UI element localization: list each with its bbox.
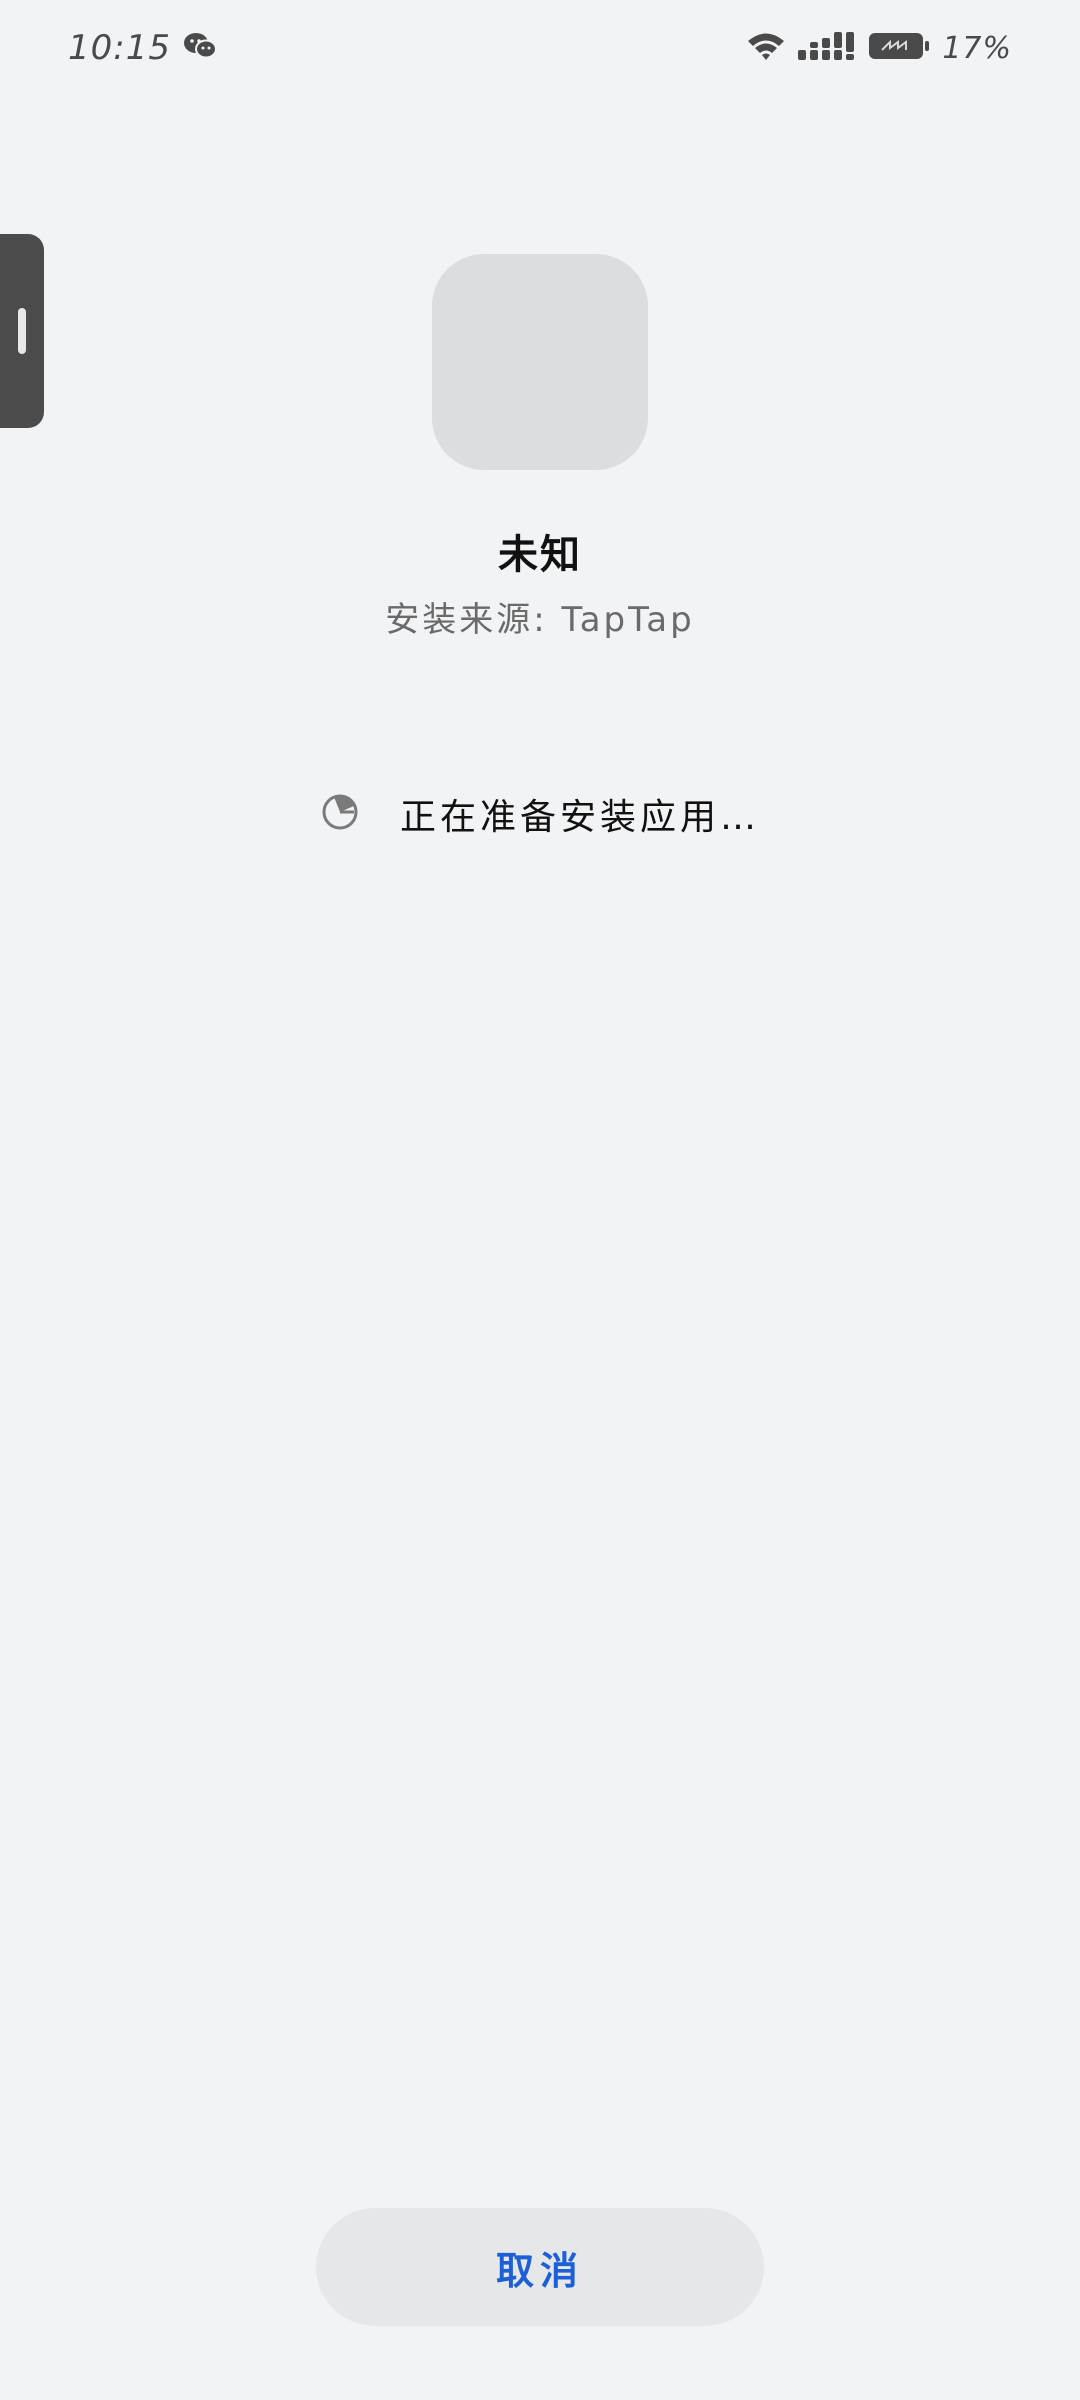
battery-icon xyxy=(868,30,930,66)
progress-row: 正在准备安装应用… xyxy=(320,786,760,842)
install-source: 安装来源: TapTap xyxy=(385,600,695,640)
grip-icon xyxy=(18,308,26,354)
app-icon-placeholder xyxy=(432,254,648,470)
cancel-button[interactable]: 取消 xyxy=(316,2208,764,2326)
status-left: 10:15 xyxy=(68,22,217,74)
signal-icon xyxy=(798,30,856,66)
wifi-icon xyxy=(746,30,786,66)
wechat-icon xyxy=(183,31,217,65)
loading-spinner-icon xyxy=(320,792,360,836)
status-time: 10:15 xyxy=(68,28,171,68)
progress-message: 正在准备安装应用… xyxy=(400,797,761,838)
status-bar: 10:15 17% xyxy=(0,0,1080,96)
battery-percent: 17% xyxy=(942,30,1012,66)
floating-side-handle[interactable] xyxy=(0,234,44,428)
app-name: 未知 xyxy=(498,532,582,578)
status-right: 17% xyxy=(746,22,1012,74)
